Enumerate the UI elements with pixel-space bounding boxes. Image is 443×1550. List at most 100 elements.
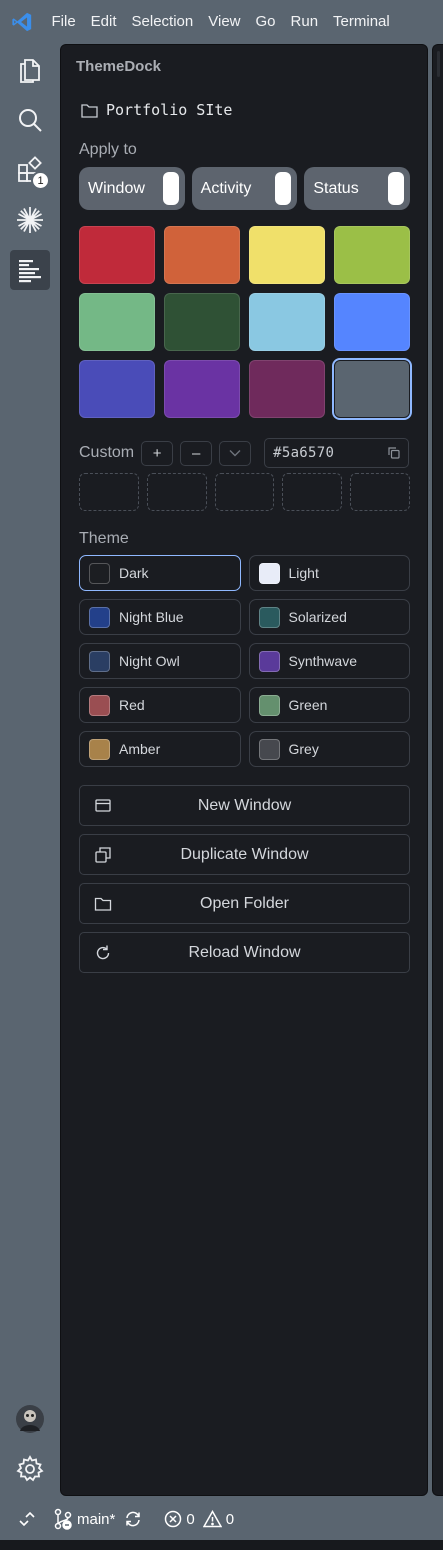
custom-color-slot[interactable] — [350, 473, 410, 511]
theme-color-dot — [258, 606, 280, 628]
theme-option-label: Grey — [288, 741, 319, 757]
activity-bar: 1 — [0, 44, 60, 1498]
color-swatch[interactable] — [79, 360, 155, 418]
extensions-icon[interactable]: 1 — [10, 150, 50, 190]
toggle-knob — [275, 172, 292, 205]
sync-button[interactable] — [124, 1510, 142, 1528]
theme-color-dot — [89, 738, 110, 760]
theme-option-night-blue[interactable]: Night Blue — [79, 599, 241, 635]
color-swatch[interactable] — [164, 226, 240, 284]
theme-option-label: Solarized — [288, 609, 347, 625]
add-custom-button[interactable]: + — [141, 440, 174, 466]
duplicate-icon — [95, 847, 111, 863]
theme-color-dot — [258, 738, 280, 760]
duplicate-window-label: Duplicate Window — [180, 845, 309, 863]
explorer-icon[interactable] — [10, 49, 50, 89]
menu-file[interactable]: File — [44, 0, 83, 44]
copy-icon[interactable] — [388, 447, 400, 459]
theme-color-dot — [89, 606, 110, 628]
color-swatch[interactable] — [249, 226, 325, 284]
theme-option-amber[interactable]: Amber — [79, 731, 241, 767]
theme-option-label: Synthwave — [288, 653, 357, 669]
theme-option-label: Red — [119, 697, 145, 713]
apply-to-toggles: Window Activity Status — [79, 167, 411, 210]
apply-activity-toggle[interactable]: Activity — [191, 167, 298, 210]
theme-option-grey[interactable]: Grey — [248, 731, 410, 767]
theme-option-label: Night Owl — [119, 653, 180, 669]
menu-edit[interactable]: Edit — [83, 0, 124, 44]
custom-label: Custom — [79, 444, 135, 461]
apply-window-label: Window — [88, 179, 145, 197]
apply-status-toggle[interactable]: Status — [304, 167, 411, 210]
custom-dropdown-button[interactable] — [219, 440, 252, 466]
branch-button[interactable]: main* — [53, 1508, 115, 1530]
toggle-knob — [162, 172, 179, 205]
extensions-badge: 1 — [31, 171, 50, 190]
theme-color-dot — [258, 562, 280, 584]
color-swatch[interactable] — [334, 226, 410, 284]
current-folder: Portfolio SIte — [81, 101, 232, 119]
theme-option-green[interactable]: Green — [248, 687, 410, 723]
search-icon[interactable] — [10, 100, 50, 140]
problems-button[interactable]: 0 0 — [164, 1510, 234, 1528]
folder-name: Portfolio SIte — [106, 101, 233, 119]
theme-label: Theme — [79, 530, 129, 547]
vscode-logo-icon[interactable] — [0, 0, 44, 44]
themedock-panel: ThemeDock Portfolio SIte Apply to Window… — [60, 44, 428, 1496]
new-window-button[interactable]: New Window — [79, 785, 410, 826]
account-avatar[interactable] — [10, 1399, 50, 1439]
theme-option-night-owl[interactable]: Night Owl — [79, 643, 241, 679]
theme-color-dot — [89, 562, 110, 584]
open-folder-button[interactable]: Open Folder — [79, 883, 410, 924]
menu-go[interactable]: Go — [248, 0, 283, 44]
error-count: 0 — [186, 1510, 195, 1528]
apply-status-label: Status — [313, 179, 359, 197]
color-swatch[interactable] — [79, 293, 155, 351]
custom-color-row: Custom + – #5a6570 — [79, 438, 410, 468]
window-actions: New Window Duplicate Window Open Folder … — [79, 785, 410, 973]
custom-color-slot[interactable] — [214, 473, 275, 511]
color-swatch[interactable] — [334, 293, 410, 351]
theme-option-label: Light — [288, 565, 319, 581]
color-swatch[interactable] — [164, 293, 240, 351]
hex-color-field[interactable]: #5a6570 — [264, 438, 410, 468]
menu-terminal[interactable]: Terminal — [326, 0, 398, 44]
sparkle-icon[interactable] — [10, 200, 50, 240]
custom-color-slot[interactable] — [79, 473, 139, 511]
custom-color-slot[interactable] — [282, 473, 343, 511]
remove-custom-button[interactable]: – — [180, 440, 213, 466]
menu-view[interactable]: View — [201, 0, 248, 44]
theme-option-solarized[interactable]: Solarized — [248, 599, 410, 635]
theme-option-red[interactable]: Red — [79, 687, 241, 723]
apply-window-toggle[interactable]: Window — [79, 167, 185, 210]
error-icon — [165, 1510, 182, 1528]
remote-icon — [19, 1511, 35, 1527]
menu-selection[interactable]: Selection — [124, 0, 201, 44]
theme-color-dot — [89, 650, 110, 672]
menu-run[interactable]: Run — [283, 0, 326, 44]
color-swatch[interactable] — [249, 293, 325, 351]
reload-window-button[interactable]: Reload Window — [79, 932, 410, 973]
color-swatch-grid — [79, 226, 410, 418]
remote-button[interactable] — [18, 1510, 36, 1528]
color-swatch[interactable] — [164, 360, 240, 418]
color-swatch[interactable] — [334, 360, 410, 418]
theme-option-dark[interactable]: Dark — [79, 555, 241, 591]
color-swatch[interactable] — [249, 360, 325, 418]
theme-grid: Dark Light Night Blue Solarized Night Owl Syn… — [79, 555, 410, 767]
custom-color-slot[interactable] — [146, 473, 207, 511]
themedock-icon[interactable] — [10, 250, 50, 290]
editor-edge — [432, 44, 443, 1496]
gear-icon[interactable] — [10, 1449, 50, 1489]
theme-option-label: Night Blue — [119, 609, 184, 625]
color-swatch[interactable] — [79, 226, 155, 284]
duplicate-window-button[interactable]: Duplicate Window — [79, 834, 410, 875]
theme-option-light[interactable]: Light — [248, 555, 410, 591]
theme-color-dot — [258, 694, 280, 716]
theme-option-label: Amber — [119, 741, 161, 757]
theme-color-dot — [258, 650, 280, 672]
warning-count: 0 — [225, 1510, 235, 1528]
open-folder-label: Open Folder — [200, 894, 289, 912]
theme-option-label: Green — [288, 697, 328, 713]
theme-option-synthwave[interactable]: Synthwave — [248, 643, 410, 679]
